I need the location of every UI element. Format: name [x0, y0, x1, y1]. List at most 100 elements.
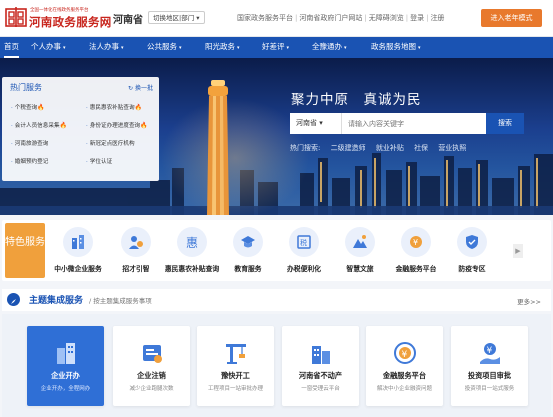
hot-item-id-card-progress[interactable]: 身份证办理进度查询🔥 [86, 121, 148, 129]
link-accessibility[interactable]: 无障碍浏览 [369, 14, 404, 22]
hot-item-label: 身份证办理进度查询 [89, 123, 141, 129]
hot-search-term[interactable]: 营业执照 [438, 144, 466, 152]
card-subtitle: 一窗受理云平台 [301, 386, 340, 392]
tax-icon: 税 [289, 227, 319, 257]
refresh-batch-button[interactable]: ↻ 换一批 [128, 83, 153, 92]
theme-section-title: 主题集成服务 [29, 296, 84, 306]
svg-text:惠: 惠 [186, 236, 198, 250]
login-link[interactable]: 登录 [410, 14, 424, 22]
feature-badge: 特色服务 [5, 223, 45, 278]
nav-label: 全豫通办 [312, 42, 342, 51]
refresh-label: 换一批 [134, 85, 153, 92]
divider: | [426, 14, 429, 22]
hot-item-label: 惠民惠农补贴查询 [89, 105, 135, 111]
hot-item-label: 会计人员信息采集 [14, 123, 60, 129]
compass-icon [7, 293, 20, 306]
hot-item-tax-query[interactable]: 个税查询🔥 [11, 103, 45, 111]
nav-label: 公共服务 [147, 42, 177, 51]
top-bar: 全国一体化在线政务服务平台 河南政务服务网 河南省 切换地区|部门 ▾ 国家政务… [0, 0, 553, 37]
fire-icon: 🔥 [134, 104, 143, 111]
logo-icon[interactable] [5, 6, 27, 28]
chevron-down-icon: ▾ [121, 45, 124, 51]
hot-item-medical-institutions[interactable]: 新冠定点医疗机构 [86, 139, 135, 147]
fire-icon: 🔥 [59, 122, 68, 129]
fire-icon: 🔥 [140, 122, 148, 129]
theme-card-finance[interactable]: ¥ 金融服务平台 解决中小企业融资问题 [366, 326, 443, 406]
link-national-platform[interactable]: 国家政务服务平台 [237, 14, 293, 22]
card-title: 企业开办 [51, 371, 80, 380]
hot-item-subsidy-query[interactable]: 惠民惠农补贴查询🔥 [86, 103, 142, 111]
switch-region-dropdown[interactable]: 切换地区|部门 ▾ [148, 11, 205, 24]
chevron-down-icon: ▾ [418, 45, 421, 51]
nav-label: 好差评 [262, 42, 285, 51]
hot-item-label: 个税查询 [14, 105, 38, 111]
nav-sunshine-affairs[interactable]: 阳光政务 ▾ [205, 37, 240, 58]
crane-icon [226, 344, 246, 364]
hot-item-tourism[interactable]: 河南旅游查询 [11, 139, 49, 147]
theme-card-company-cancel[interactable]: 企业注销 减少企业跑腿次数 [113, 326, 190, 406]
theme-card-company-setup[interactable]: 企业开办 企业开办，全程网办 [27, 326, 104, 406]
card-subtitle: 减少企业跑腿次数 [129, 386, 174, 392]
nav-label: 法人办事 [89, 42, 119, 51]
finance-icon: ¥ [401, 227, 431, 257]
more-link[interactable]: 更多>> [517, 296, 541, 306]
talent-icon [121, 227, 151, 257]
education-icon [233, 227, 263, 257]
theme-cards: 企业开办 企业开办，全程网办 企业注销 减少企业跑腿次数 豫快开工 工程项目一站… [2, 314, 551, 417]
theme-card-construction[interactable]: 豫快开工 工程项目一站审批办理 [197, 326, 274, 406]
elder-mode-button[interactable]: 进入老年模式 [481, 9, 542, 27]
hot-search-term[interactable]: 社保 [414, 144, 428, 152]
search-box: 河南省 ▾ 搜索 [290, 113, 524, 134]
feature-epidemic[interactable]: 防疫专区 [444, 220, 500, 281]
divider: | [295, 14, 298, 22]
nav-label: 政务服务地图 [371, 42, 416, 51]
theme-section-subtitle: / 按主题集成服务事项 [89, 297, 152, 305]
subsidy-icon: 惠 [177, 227, 207, 257]
card-title: 企业注销 [137, 371, 166, 380]
nav-personal[interactable]: 个人办事 ▾ [31, 37, 66, 58]
chevron-down-icon: ▾ [237, 45, 240, 51]
chevron-down-icon: ▾ [344, 45, 347, 51]
hot-item-degree-cert[interactable]: 学位认证 [86, 157, 112, 165]
cancel-icon [143, 345, 162, 363]
divider: | [405, 14, 409, 22]
next-arrow-button[interactable]: ▶ [513, 244, 523, 258]
card-title: 豫快开工 [221, 371, 250, 380]
card-title: 金融服务平台 [382, 371, 427, 380]
svg-text:¥: ¥ [402, 350, 408, 360]
svg-text:¥: ¥ [413, 238, 418, 247]
nav-label: 阳光政务 [205, 42, 235, 51]
hot-search-term[interactable]: 二级建造师 [331, 144, 366, 152]
chevron-down-icon: ▾ [63, 45, 66, 51]
hot-search-bar: 热门搜索: 二级建造师 就业补贴 社保 营业执照 [290, 143, 474, 153]
search-input[interactable] [348, 113, 478, 134]
nav-legal-person[interactable]: 法人办事 ▾ [89, 37, 124, 58]
nav-public-service[interactable]: 公共服务 ▾ [147, 37, 182, 58]
hot-item-marriage[interactable]: 婚姻预约登记 [11, 157, 49, 165]
search-button[interactable]: 搜索 [486, 113, 524, 134]
feature-label: 防疫专区 [458, 265, 486, 273]
hot-item-accountant-info[interactable]: 会计人员信息采集🔥 [11, 121, 67, 129]
register-link[interactable]: 注册 [430, 14, 444, 22]
search-province-select[interactable]: 河南省 ▾ [290, 113, 342, 134]
card-subtitle: 投资项目一站式服务 [464, 386, 515, 392]
nav-service-map[interactable]: 政务服务地图 ▾ [371, 37, 421, 58]
current-province: 河南省 [113, 15, 143, 26]
feature-sme-service[interactable]: 中小微企业服务 [50, 220, 106, 281]
nav-label: 首页 [4, 42, 19, 51]
link-provincial-portal[interactable]: 河南省政府门户网站 [299, 14, 362, 22]
theme-card-investment[interactable]: ¥ 投资项目审批 投资项目一站式服务 [451, 326, 528, 406]
logo-title[interactable]: 河南政务服务网 [29, 14, 112, 30]
tower-glow [160, 98, 310, 215]
main-nav: 首页 个人办事 ▾ 法人办事 ▾ 公共服务 ▾ 阳光政务 ▾ 好差评 ▾ 全豫通办 ▾ 政务… [0, 37, 553, 58]
nav-home[interactable]: 首页 [4, 37, 19, 58]
shield-icon [457, 227, 487, 257]
nav-province-wide[interactable]: 全豫通办 ▾ [312, 37, 347, 58]
theme-card-real-estate[interactable]: 河南省不动产 一窗受理云平台 [282, 326, 359, 406]
hot-search-term[interactable]: 就业补贴 [376, 144, 404, 152]
divider: | [364, 14, 367, 22]
nav-rating[interactable]: 好差评 ▾ [262, 37, 289, 58]
svg-text:¥: ¥ [487, 346, 493, 356]
enterprise-icon [63, 227, 93, 257]
fire-icon: 🔥 [37, 104, 45, 111]
